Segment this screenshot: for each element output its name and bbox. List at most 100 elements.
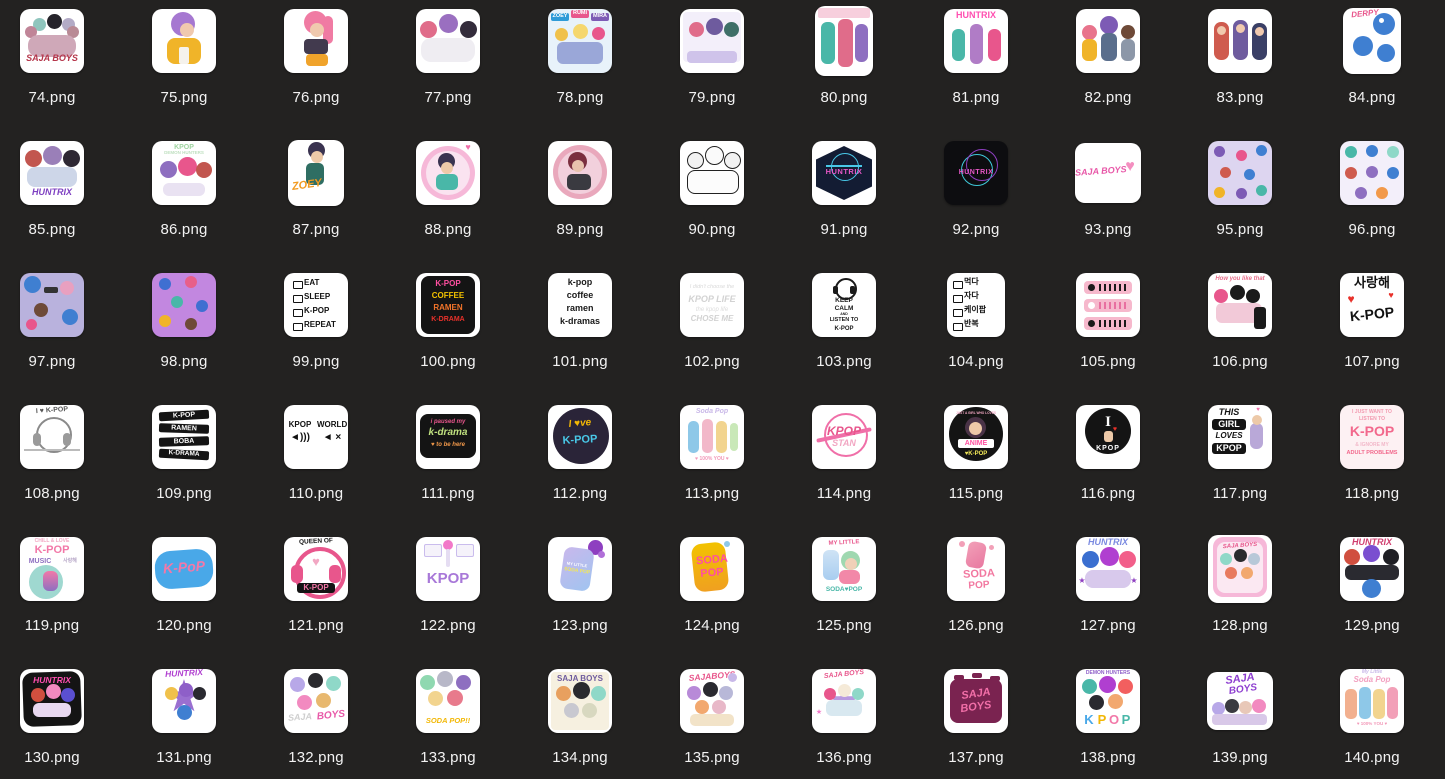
file-item[interactable]: ★SAJA BOYS★136.png xyxy=(778,660,910,779)
file-name[interactable]: 97.png xyxy=(28,353,75,370)
file-item[interactable]: k-popcoffeeramenk-dramas101.png xyxy=(514,264,646,396)
file-item[interactable]: 79.png xyxy=(646,0,778,132)
file-name[interactable]: 130.png xyxy=(24,749,80,766)
file-item[interactable]: DEMON HUNTERSKPOP138.png xyxy=(1042,660,1174,779)
file-item[interactable]: ♥88.png xyxy=(382,132,514,264)
file-name[interactable]: 77.png xyxy=(424,89,471,106)
file-item[interactable]: 77.png xyxy=(382,0,514,132)
file-name[interactable]: 76.png xyxy=(292,89,339,106)
file-item[interactable]: SAJABOYS132.png xyxy=(250,660,382,779)
file-name[interactable]: 135.png xyxy=(684,749,740,766)
file-name[interactable]: 101.png xyxy=(552,353,608,370)
file-item[interactable]: THISGIRLLOVESKPOP♥117.png xyxy=(1174,396,1306,528)
file-name[interactable]: 128.png xyxy=(1212,617,1268,634)
file-name[interactable]: 106.png xyxy=(1212,353,1268,370)
file-item[interactable]: HUNTRIX85.png xyxy=(0,132,118,264)
file-item[interactable]: K-POPRAMENBOBAK-DRAMA109.png xyxy=(118,396,250,528)
file-name[interactable]: 74.png xyxy=(28,89,75,106)
file-name[interactable]: 120.png xyxy=(156,617,212,634)
file-item[interactable]: KEEPCALMANDLISTEN TOK-POP103.png xyxy=(778,264,910,396)
file-name[interactable]: 127.png xyxy=(1080,617,1136,634)
file-name[interactable]: 124.png xyxy=(684,617,740,634)
file-name[interactable]: 102.png xyxy=(684,353,740,370)
file-name[interactable]: 100.png xyxy=(420,353,476,370)
file-item[interactable]: K-PoP120.png xyxy=(118,528,250,660)
file-item[interactable]: KPOPWORLD◄)))◄ ×110.png xyxy=(250,396,382,528)
file-name[interactable]: 89.png xyxy=(556,221,603,238)
file-item[interactable]: 83.png xyxy=(1174,0,1306,132)
file-item[interactable]: 75.png xyxy=(118,0,250,132)
file-item[interactable]: HUNTRIX129.png xyxy=(1306,528,1438,660)
file-item[interactable]: 80.png xyxy=(778,0,910,132)
file-name[interactable]: 87.png xyxy=(292,221,339,238)
file-item[interactable]: 사랑해♥♥K-POP107.png xyxy=(1306,264,1438,396)
file-name[interactable]: 111.png xyxy=(421,485,474,502)
file-item[interactable]: HUNTRIX81.png xyxy=(910,0,1042,132)
file-name[interactable]: 90.png xyxy=(688,221,735,238)
file-name[interactable]: 125.png xyxy=(816,617,872,634)
file-name[interactable]: 78.png xyxy=(556,89,603,106)
file-item[interactable]: ★HUNTRIX131.png xyxy=(118,660,250,779)
file-item[interactable]: DERPY84.png xyxy=(1306,0,1438,132)
file-item[interactable]: Soda Pop♥ 100% YOU ♥113.png xyxy=(646,396,778,528)
file-item[interactable]: EATSLEEPK-POPREPEAT99.png xyxy=(250,264,382,396)
file-name[interactable]: 109.png xyxy=(156,485,212,502)
file-item[interactable]: KPOPSTAN114.png xyxy=(778,396,910,528)
file-item[interactable]: 82.png xyxy=(1042,0,1174,132)
file-name[interactable]: 113.png xyxy=(685,485,740,502)
file-item[interactable]: SODAPOP126.png xyxy=(910,528,1042,660)
file-name[interactable]: 139.png xyxy=(1212,749,1268,766)
file-name[interactable]: 81.png xyxy=(952,89,999,106)
file-name[interactable]: 98.png xyxy=(160,353,207,370)
file-item[interactable]: ZOEY87.png xyxy=(250,132,382,264)
file-name[interactable]: 119.png xyxy=(25,617,80,634)
file-name[interactable]: 95.png xyxy=(1216,221,1263,238)
file-name[interactable]: 129.png xyxy=(1344,617,1400,634)
file-name[interactable]: 96.png xyxy=(1348,221,1395,238)
file-name[interactable]: 131.png xyxy=(156,749,212,766)
file-name[interactable]: 105.png xyxy=(1080,353,1136,370)
file-name[interactable]: 116.png xyxy=(1081,485,1136,502)
file-item[interactable]: K-POPCOFFEERAMENK-DRAMA100.png xyxy=(382,264,514,396)
file-name[interactable]: 112.png xyxy=(553,485,608,502)
file-name[interactable]: 137.png xyxy=(948,749,1004,766)
file-item[interactable]: I JUST WANT TOLISTEN TOK-POP& IGNORE MYA… xyxy=(1306,396,1438,528)
file-name[interactable]: 86.png xyxy=(160,221,207,238)
file-item[interactable]: I ♥ K-POP108.png xyxy=(0,396,118,528)
file-item[interactable]: SAJA BOYS134.png xyxy=(514,660,646,779)
file-item[interactable]: 98.png xyxy=(118,264,250,396)
file-item[interactable]: JUST A GIRL WHO LOVESANIME♥K-POP115.png xyxy=(910,396,1042,528)
file-name[interactable]: 88.png xyxy=(424,221,471,238)
file-name[interactable]: 79.png xyxy=(688,89,735,106)
file-name[interactable]: 134.png xyxy=(552,749,608,766)
file-name[interactable]: 123.png xyxy=(552,617,608,634)
file-item[interactable]: 76.png xyxy=(250,0,382,132)
file-name[interactable]: 107.png xyxy=(1344,353,1400,370)
file-name[interactable]: 84.png xyxy=(1348,89,1395,106)
file-name[interactable]: 136.png xyxy=(816,749,872,766)
file-name[interactable]: 115.png xyxy=(949,485,1004,502)
file-item[interactable]: I ♥veK-POP112.png xyxy=(514,396,646,528)
file-item[interactable]: 105.png xyxy=(1042,264,1174,396)
file-item[interactable]: 95.png xyxy=(1174,132,1306,264)
file-item[interactable]: MY LITTLESODA♥POP125.png xyxy=(778,528,910,660)
file-item[interactable]: I didn't choose theKPOP LIFEthe kpop lif… xyxy=(646,264,778,396)
file-item[interactable]: 먹다자다케이팝반복104.png xyxy=(910,264,1042,396)
file-name[interactable]: 91.png xyxy=(820,221,867,238)
file-item[interactable]: 96.png xyxy=(1306,132,1438,264)
file-name[interactable]: 103.png xyxy=(816,353,872,370)
file-item[interactable]: CHILL & LOVEK-POPMUSIC사랑해119.png xyxy=(0,528,118,660)
file-item[interactable]: QUEEN OF♥K-POP121.png xyxy=(250,528,382,660)
file-item[interactable]: MY LITTLESODA POP123.png xyxy=(514,528,646,660)
file-item[interactable]: SAJABOYS137.png xyxy=(910,660,1042,779)
file-name[interactable]: 126.png xyxy=(948,617,1004,634)
file-item[interactable]: SAJABOYS135.png xyxy=(646,660,778,779)
file-item[interactable]: SAJABOYS139.png xyxy=(1174,660,1306,779)
file-item[interactable]: SODAPOP124.png xyxy=(646,528,778,660)
file-name[interactable]: 121.png xyxy=(288,617,344,634)
file-item[interactable]: KPOP122.png xyxy=(382,528,514,660)
file-item[interactable]: ZOEYRUMIMIRA78.png xyxy=(514,0,646,132)
file-name[interactable]: 140.png xyxy=(1344,749,1400,766)
file-grid[interactable]: SAJA BOYS74.png75.png76.png77.pngZOEYRUM… xyxy=(0,0,1445,779)
file-item[interactable]: 97.png xyxy=(0,264,118,396)
